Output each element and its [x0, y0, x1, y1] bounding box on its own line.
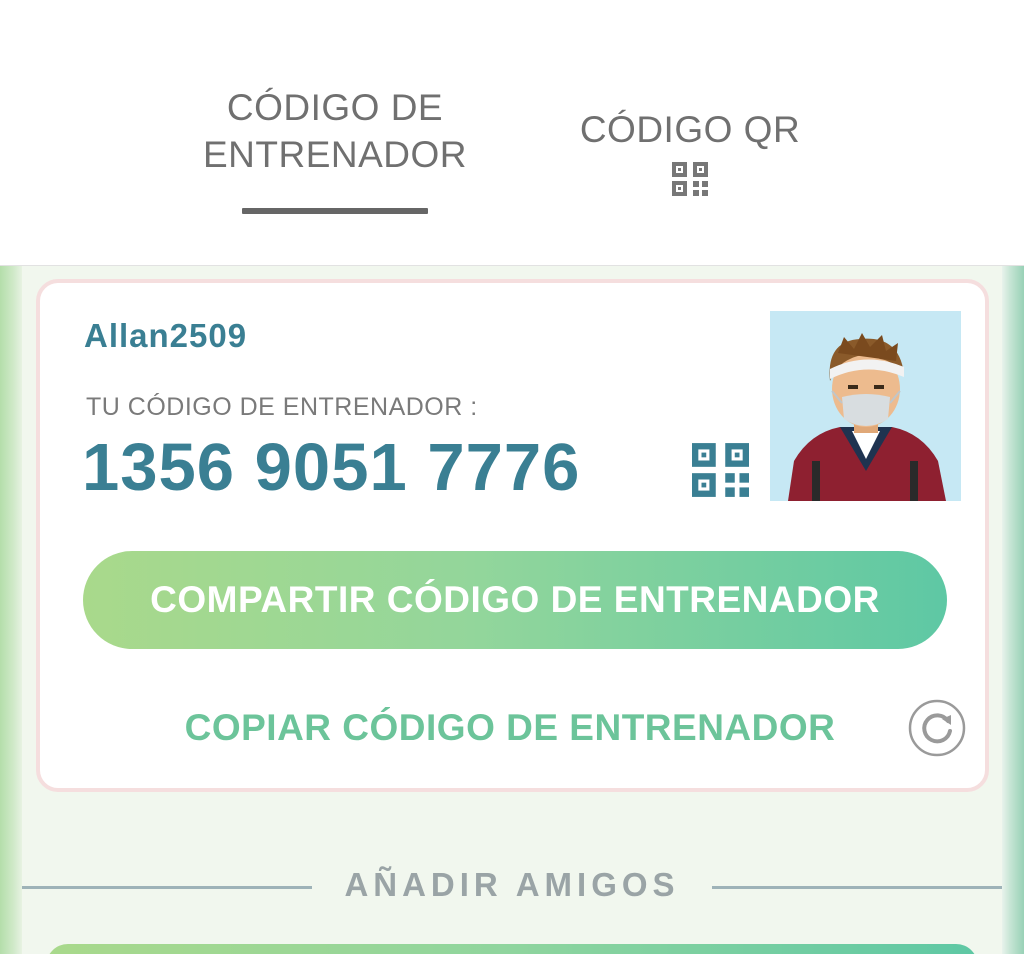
copy-trainer-code-link[interactable]: COPIAR CÓDIGO DE ENTRENADOR: [130, 707, 890, 749]
add-friends-divider-right: [712, 886, 1002, 889]
tab-bar: CÓDIGO DE ENTRENADOR CÓDIGO QR: [0, 0, 1024, 266]
trainer-code-value: 1356 9051 7776: [82, 430, 581, 505]
avatar-figure: [788, 333, 946, 501]
add-friends-button[interactable]: [46, 944, 978, 954]
trainer-avatar: [770, 311, 961, 501]
add-friends-heading: AÑADIR AMIGOS: [344, 866, 680, 903]
trainer-code-card: Allan2509 TU CÓDIGO DE ENTRENADOR : 1356…: [36, 279, 989, 792]
refresh-icon[interactable]: [908, 699, 966, 757]
qr-code-icon[interactable]: [672, 162, 708, 196]
tab-trainer-code[interactable]: CÓDIGO DE ENTRENADOR: [190, 84, 480, 178]
share-trainer-code-button[interactable]: COMPARTIR CÓDIGO DE ENTRENADOR: [83, 551, 947, 649]
left-edge-decoration: [0, 266, 22, 954]
trainer-code-label: TU CÓDIGO DE ENTRENADOR :: [86, 393, 478, 421]
right-edge-decoration: [1002, 266, 1024, 954]
tab-qr-code[interactable]: CÓDIGO QR: [560, 106, 820, 153]
trainer-username: Allan2509: [84, 317, 248, 354]
add-friends-divider-left: [22, 886, 312, 889]
active-tab-indicator: [242, 208, 428, 214]
tab-qr-code-label: CÓDIGO QR: [579, 109, 801, 150]
tab-trainer-code-line2: ENTRENADOR: [202, 134, 468, 175]
tab-trainer-code-line1: CÓDIGO DE: [226, 87, 444, 128]
qr-code-icon[interactable]: [692, 443, 749, 497]
